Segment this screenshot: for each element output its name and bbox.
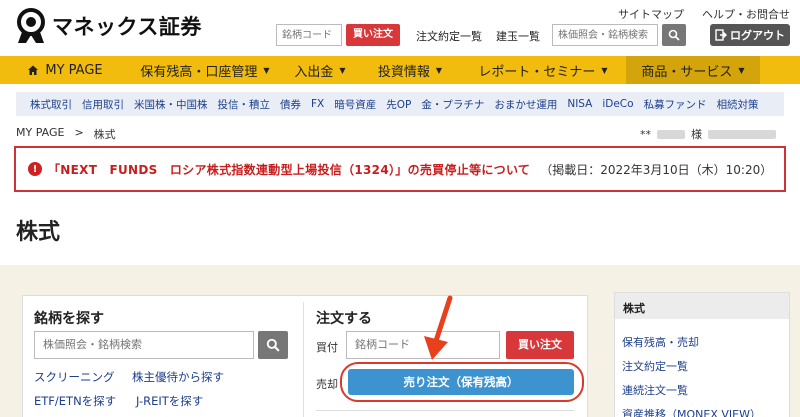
header: マネックス証券 サイトマップ ヘルプ・お問合せ 買い注文 注文約定一覧 建玉一覧… — [0, 0, 800, 56]
side-link-asset-history[interactable]: 資産推移（MONEX VIEW） — [622, 406, 761, 417]
logout-button[interactable]: ログアウト — [710, 24, 790, 46]
divider — [303, 302, 304, 417]
subnav-item[interactable]: 私募ファンド — [644, 97, 707, 112]
sitemap-link[interactable]: サイトマップ — [618, 6, 684, 22]
help-link[interactable]: ヘルプ・お問合せ — [702, 6, 790, 22]
subnav-item[interactable]: 債券 — [280, 97, 301, 112]
alert-banner: ! 「NEXT FUNDS ロシア株式指数連動型上場投信（1324）」の売買停止… — [14, 146, 786, 192]
sell-order-button[interactable]: 売り注文（保有残高） — [348, 369, 574, 395]
subnav-item[interactable]: 信用取引 — [82, 97, 124, 112]
main-nav: MY PAGE 保有残高・口座管理 ▼ 入出金 ▼ 投資情報 ▼ レポート・セミナー ▼… — [0, 56, 800, 84]
subnav-item[interactable]: 株式取引 — [30, 97, 72, 112]
nav-mypage-label: MY PAGE — [45, 62, 103, 78]
subnav-item[interactable]: おまかせ運用 — [494, 97, 557, 112]
subnav-item[interactable]: iDeCo — [602, 98, 633, 110]
buy-label: 買付 — [316, 341, 338, 354]
search-icon — [668, 29, 680, 41]
search-icon — [266, 338, 280, 352]
header-search-input[interactable] — [552, 24, 658, 46]
header-buy-button[interactable]: 買い注文 — [346, 24, 400, 46]
subnav-item[interactable]: 米国株・中国株 — [134, 97, 208, 112]
subnav-item[interactable]: NISA — [567, 98, 592, 110]
caret-down-icon: ▼ — [435, 65, 443, 75]
caret-down-icon: ▼ — [263, 65, 270, 75]
blurred-account — [708, 129, 776, 139]
alert-icon: ! — [28, 162, 42, 176]
nav-investment-info[interactable]: 投資情報 ▼ — [360, 56, 460, 84]
nav-investment-info-label: 投資情報 — [377, 64, 430, 80]
monex-logo-icon — [14, 8, 48, 44]
side-panel-title: 株式 — [615, 293, 789, 319]
jreit-link[interactable]: J-REITを探す — [136, 393, 203, 409]
header-search-button[interactable] — [662, 24, 686, 46]
sub-nav: 株式取引 信用取引 米国株・中国株 投信・積立 債券 FX 暗号資産 先OP 金… — [16, 92, 784, 116]
subnav-item[interactable]: 金・プラチナ — [421, 97, 484, 112]
caret-down-icon: ▼ — [738, 65, 745, 75]
nav-mypage[interactable]: MY PAGE — [0, 56, 130, 84]
search-section-title: 銘柄を探す — [34, 311, 104, 327]
divider — [316, 410, 574, 411]
subnav-item[interactable]: 相続対策 — [717, 97, 759, 112]
logo[interactable]: マネックス証券 — [14, 8, 202, 44]
subnav-item[interactable]: 投信・積立 — [218, 97, 271, 112]
logo-text: マネックス証券 — [52, 15, 202, 39]
order-list-link[interactable]: 注文約定一覧 — [416, 28, 482, 44]
side-link-orders[interactable]: 注文約定一覧 — [622, 358, 688, 374]
blurred-name — [657, 129, 685, 139]
subnav-item[interactable]: FX — [311, 98, 324, 110]
breadcrumb-mypage[interactable]: MY PAGE — [16, 126, 64, 142]
annotation-arrow-icon — [424, 295, 453, 360]
logout-icon — [715, 29, 727, 41]
shareholder-benefit-link[interactable]: 株主優待から探す — [132, 369, 224, 385]
order-section-title: 注文する — [316, 311, 372, 327]
user-info: ** 様 — [640, 126, 776, 142]
page-title: 株式 — [16, 220, 61, 245]
user-suffix: 様 — [691, 128, 702, 141]
logout-label: ログアウト — [730, 29, 785, 42]
etf-link[interactable]: ETF/ETNを探す — [34, 393, 116, 409]
nav-products-label: 商品・サービス — [641, 64, 733, 80]
side-link-holdings[interactable]: 保有残高・売却 — [622, 334, 699, 350]
nav-holdings[interactable]: 保有残高・口座管理 ▼ — [130, 56, 280, 84]
breadcrumb-separator: > — [74, 126, 84, 139]
nav-deposit-label: 入出金 — [294, 64, 334, 80]
subnav-item[interactable]: 暗号資産 — [334, 97, 376, 112]
breadcrumb-current: 株式 — [93, 128, 116, 141]
nav-reports-label: レポート・セミナー — [478, 64, 596, 80]
header-code-input[interactable] — [276, 24, 342, 46]
user-prefix: ** — [640, 127, 651, 141]
side-link-continuous-orders[interactable]: 連続注文一覧 — [622, 382, 688, 398]
sell-label: 売却 — [316, 378, 338, 391]
screening-link[interactable]: スクリーニング — [34, 369, 115, 385]
breadcrumb: MY PAGE > 株式 — [16, 126, 116, 142]
nav-deposit[interactable]: 入出金 ▼ — [280, 56, 360, 84]
position-list-link[interactable]: 建玉一覧 — [496, 28, 540, 44]
top-links: サイトマップ ヘルプ・お問合せ — [618, 6, 790, 22]
nav-products[interactable]: 商品・サービス ▼ — [626, 56, 760, 84]
subnav-item[interactable]: 先OP — [386, 97, 411, 112]
buy-order-button[interactable]: 買い注文 — [506, 331, 574, 359]
caret-down-icon: ▼ — [339, 65, 346, 75]
nav-reports[interactable]: レポート・セミナー ▼ — [460, 56, 626, 84]
alert-date: （掲載日：2022年3月10日（木）10:20） — [540, 162, 773, 177]
caret-down-icon: ▼ — [601, 65, 608, 75]
stock-search-button[interactable] — [258, 331, 288, 359]
stock-search-input[interactable] — [34, 331, 254, 359]
alert-link[interactable]: 「NEXT FUNDS ロシア株式指数連動型上場投信（1324）」の売買停止等に… — [48, 161, 530, 178]
nav-holdings-label: 保有残高・口座管理 — [140, 64, 258, 80]
home-icon — [28, 65, 39, 75]
